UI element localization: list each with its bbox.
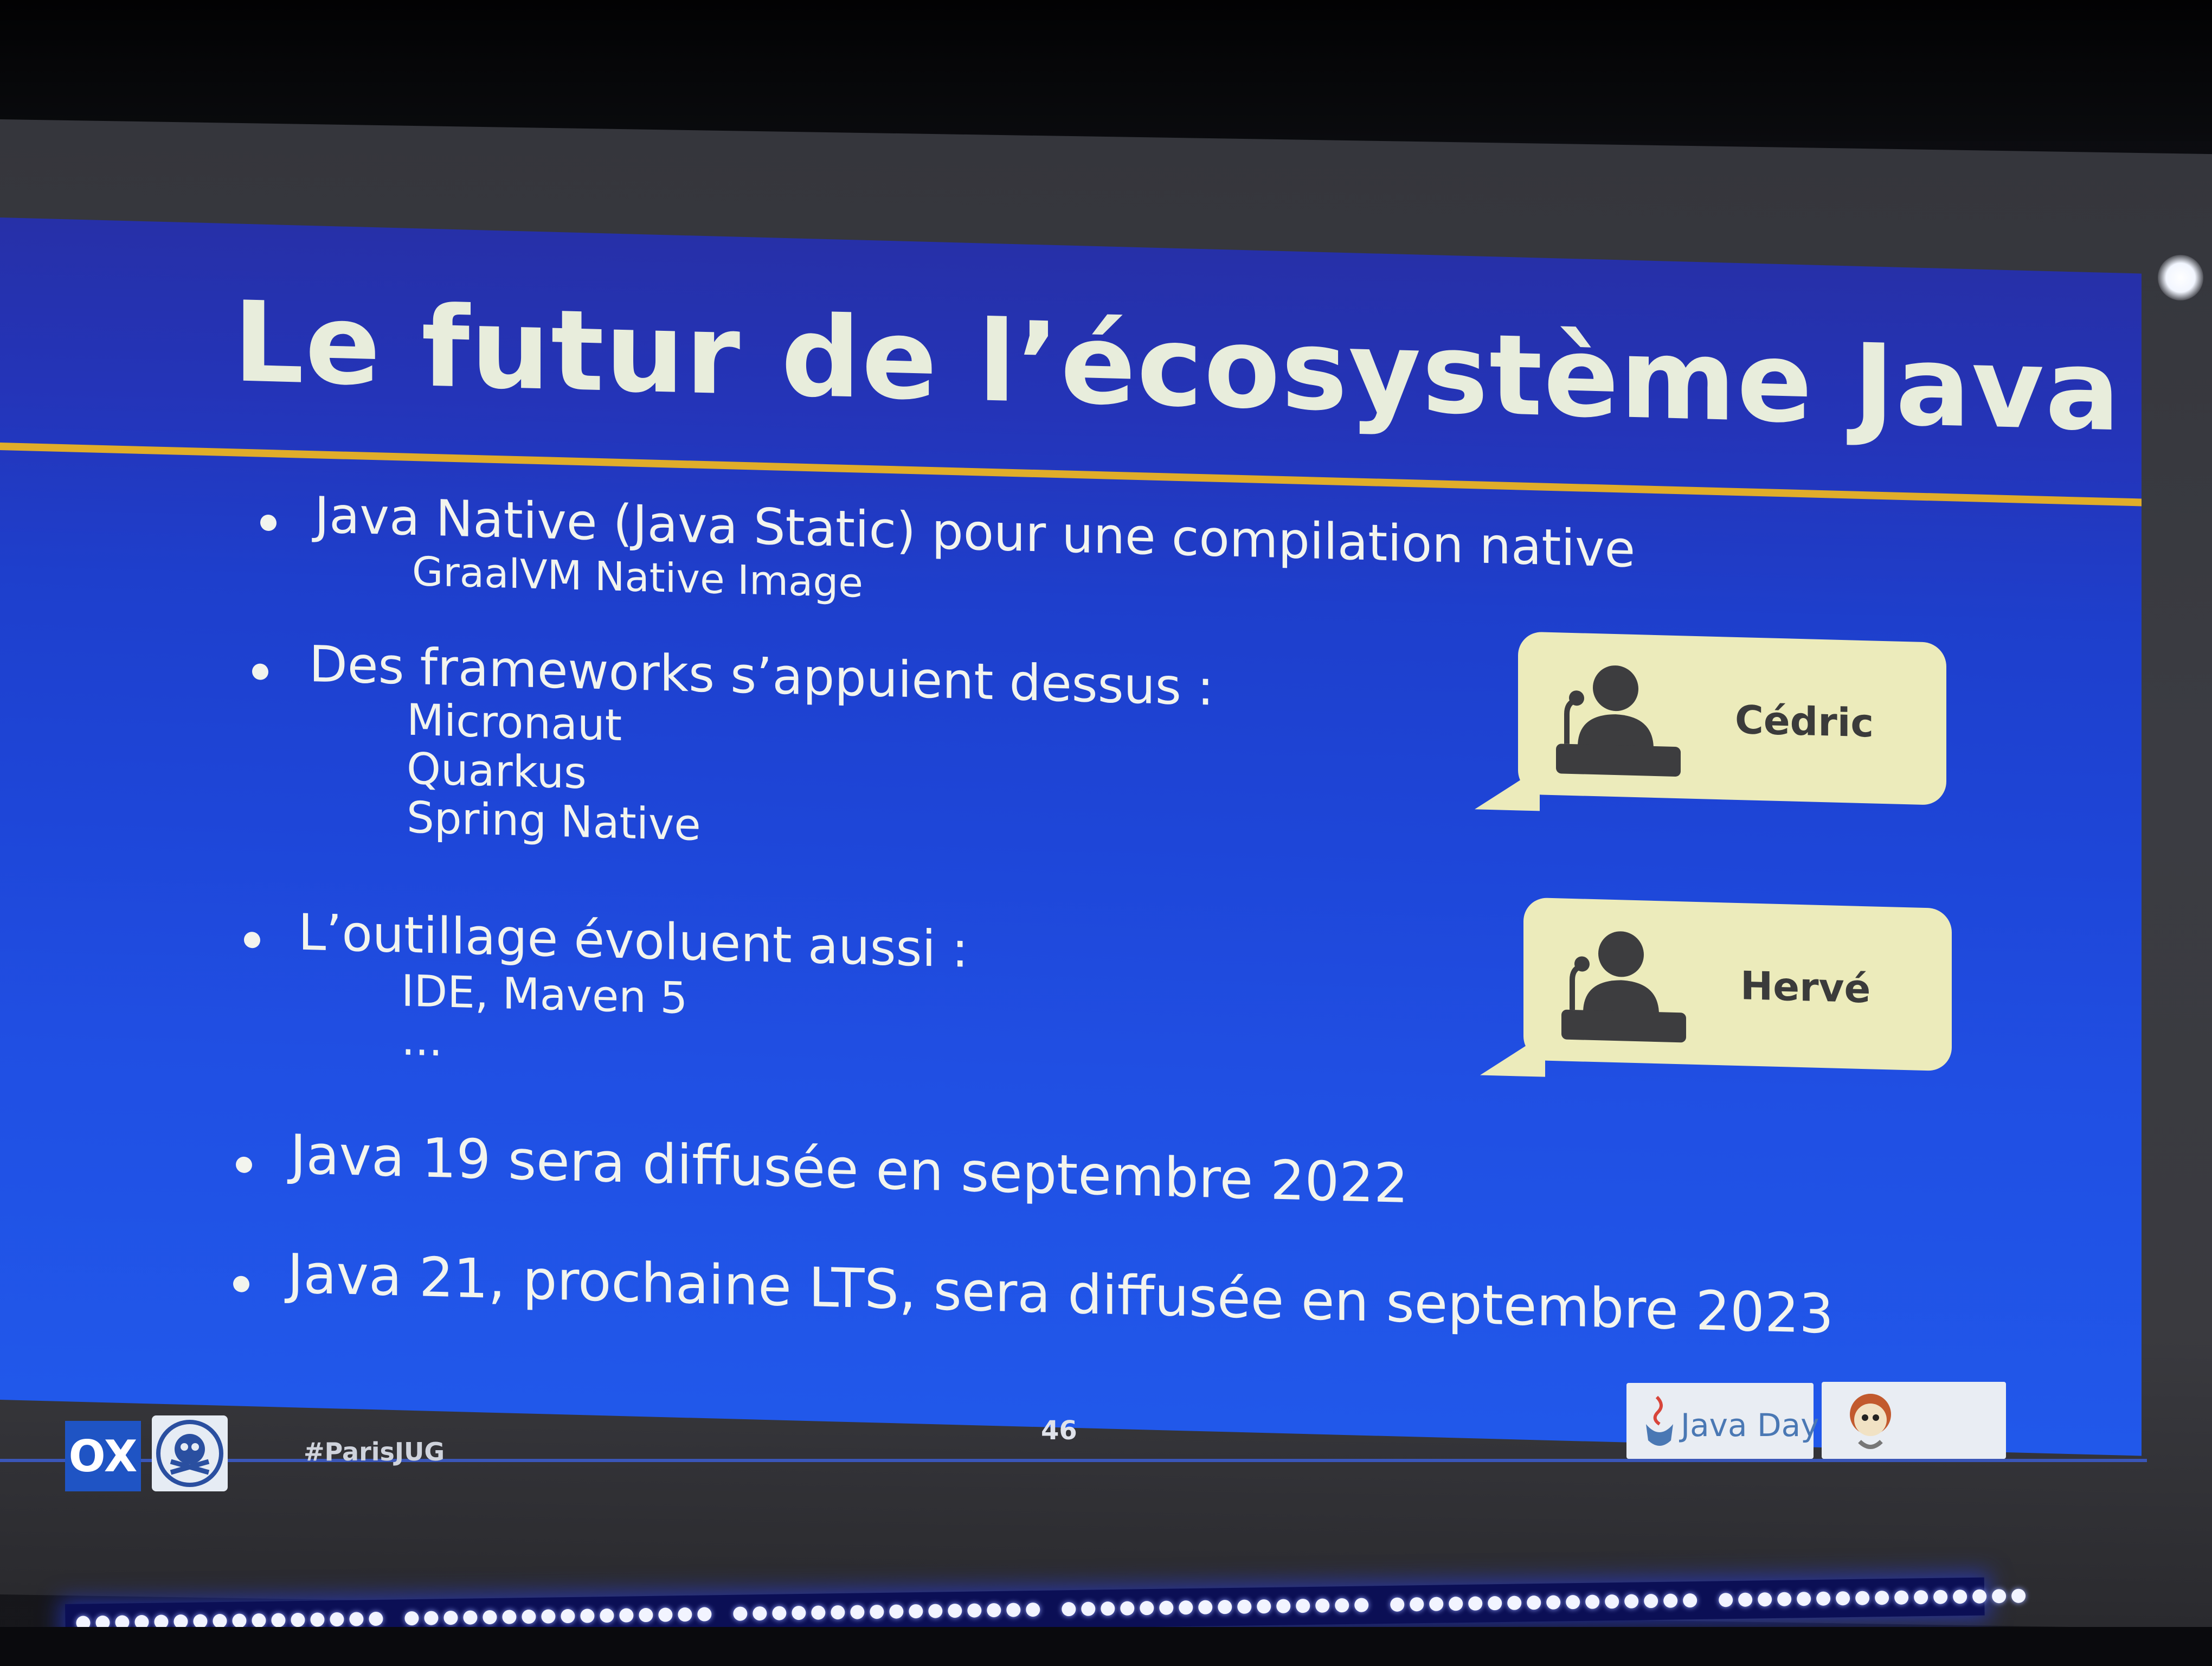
bullet-java-19: Java 19 sera diffusée en septembre 2022 <box>290 1123 1409 1216</box>
speaker-at-podium-icon <box>1561 931 1686 1043</box>
bullet-dot <box>252 663 268 681</box>
sub-item-micronaut: Micronaut <box>407 694 622 751</box>
paris-jug-mascot-icon <box>1850 1394 1891 1449</box>
stage-spotlight <box>2158 255 2203 300</box>
stage-floor <box>0 1627 2212 1666</box>
presentation-slide: Le futur de l’écosystème Java Java Nativ… <box>0 217 2142 1456</box>
jug-skull-badge-icon <box>152 1415 228 1491</box>
bullet-dot <box>236 1156 252 1174</box>
speaker-name-cedric: Cédric <box>1735 696 1874 746</box>
sub-item-graalvm: GraalVM Native Image <box>412 548 863 607</box>
speaker-name-herve: Hervé <box>1740 963 1871 1012</box>
speaker-at-podium-icon <box>1556 665 1681 777</box>
bullet-dot <box>233 1276 249 1293</box>
bullet-tooling: L’outillage évoluent aussi : <box>298 903 969 979</box>
sub-item-ellipsis: ... <box>401 1014 443 1066</box>
sub-item-ide-maven: IDE, Maven 5 <box>401 965 688 1024</box>
speaker-bubble-cedric: Cédric <box>1518 631 1946 806</box>
java-cup-icon <box>1646 1395 1673 1446</box>
sub-item-spring-native: Spring Native <box>407 792 701 850</box>
slide-title: Le futur de l’écosystème Java <box>233 278 2121 457</box>
bullet-dot <box>260 514 276 531</box>
bullet-dot <box>244 931 260 949</box>
sub-item-quarkus: Quarkus <box>407 743 587 799</box>
ox-logo: OX <box>65 1421 141 1491</box>
java-day-logo: Java Day <box>1626 1383 1819 1459</box>
bullet-java-21: Java 21, prochaine LTS, sera diffusée en… <box>287 1241 1834 1346</box>
room-ceiling <box>0 0 2212 141</box>
speaker-bubble-herve: Hervé <box>1523 897 1952 1072</box>
paris-jug-logo <box>1822 1382 2006 1459</box>
slide-page-number: 46 <box>1041 1415 1077 1446</box>
java-day-text: Java Day <box>1681 1407 1819 1444</box>
hashtag: #ParisJUG <box>304 1437 445 1466</box>
